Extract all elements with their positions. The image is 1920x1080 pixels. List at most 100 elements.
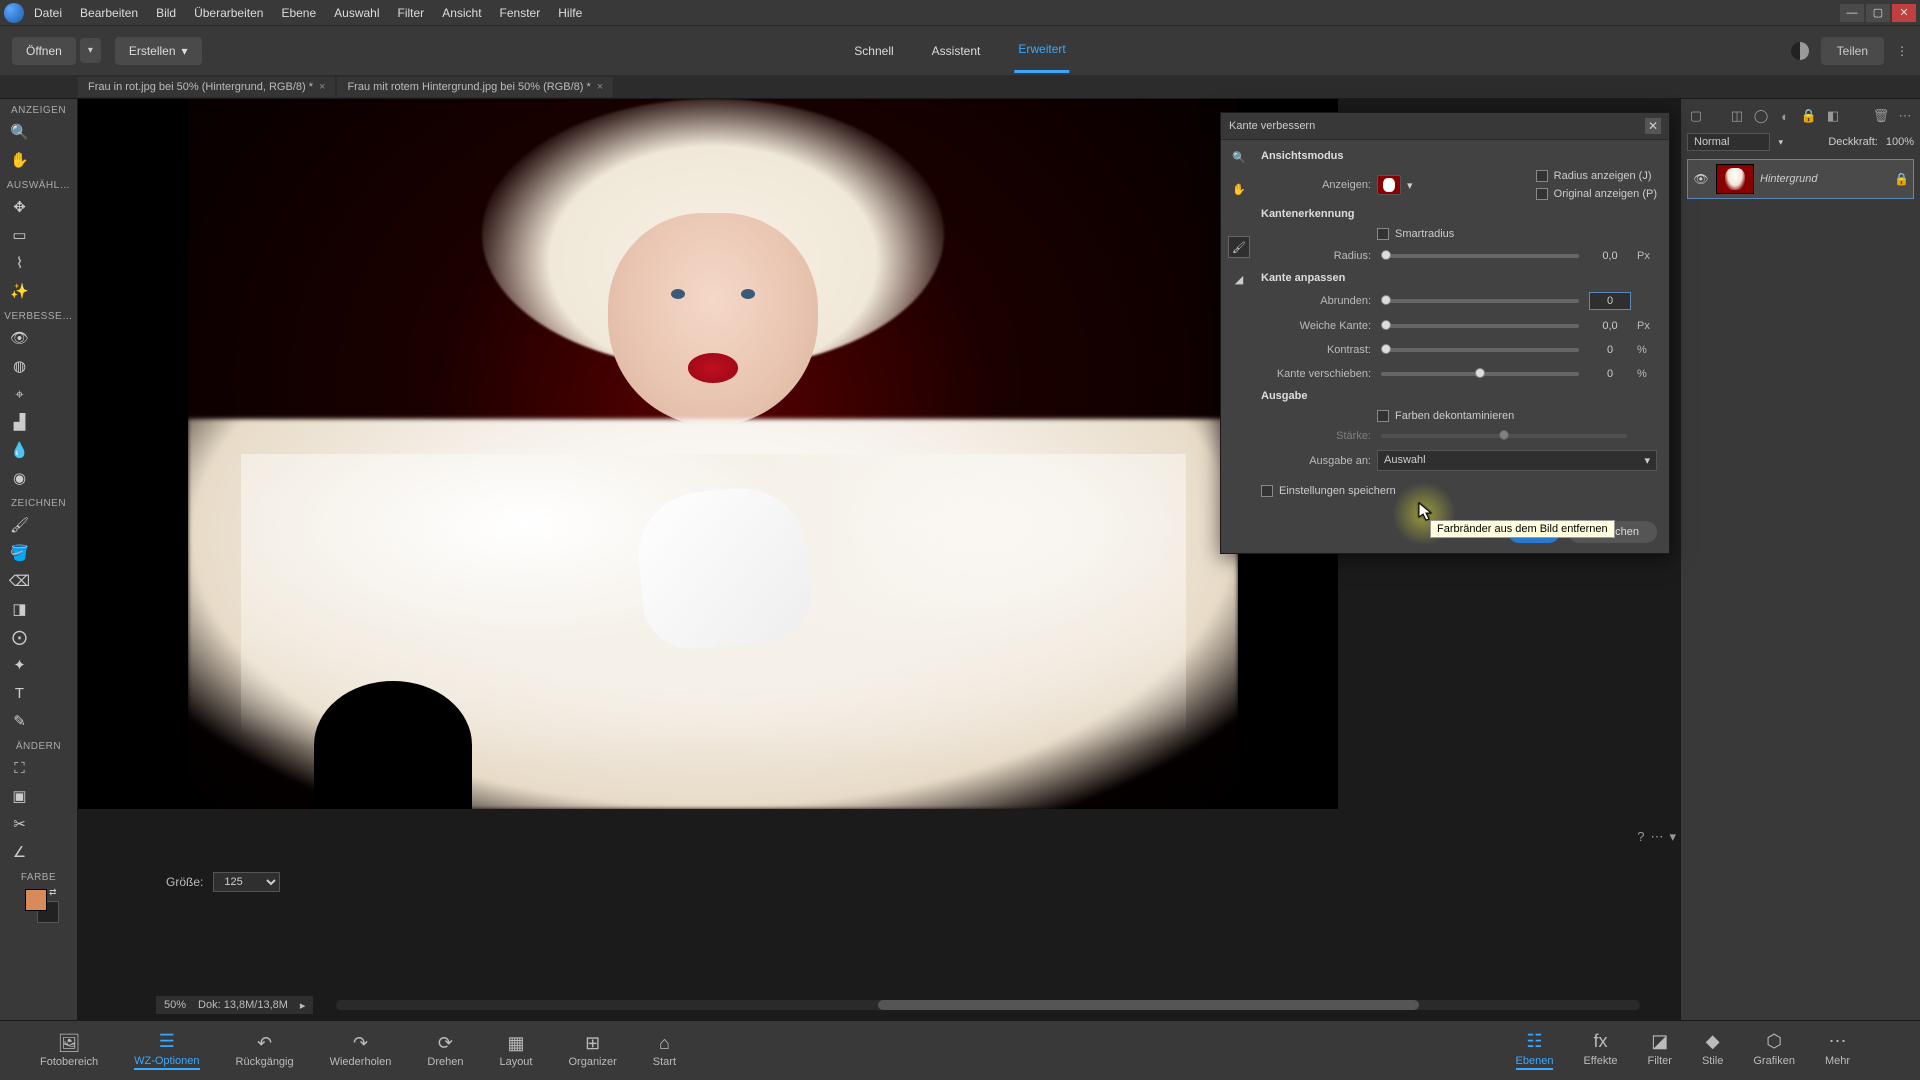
dock-organizer[interactable]: ⊞Organizer [568, 1033, 616, 1068]
kebab-menu-icon[interactable]: ⋮ [1896, 44, 1908, 58]
dock-filters[interactable]: ◪Filter [1648, 1032, 1672, 1070]
dock-graphics[interactable]: ⬡Grafiken [1753, 1032, 1795, 1070]
spot-tool-icon[interactable]: ◍ [0, 352, 39, 380]
dock-effects[interactable]: fxEffekte [1583, 1032, 1617, 1070]
menu-auswahl[interactable]: Auswahl [334, 6, 379, 20]
shift-slider[interactable] [1381, 372, 1579, 376]
dialog-close-button[interactable]: ✕ [1645, 118, 1661, 134]
layer-new-icon[interactable]: ◫ [1728, 107, 1746, 125]
doc-tab-1[interactable]: Frau in rot.jpg bei 50% (Hintergrund, RG… [78, 77, 335, 97]
share-button[interactable]: Teilen [1821, 37, 1884, 65]
mode-expert[interactable]: Erweitert [1014, 28, 1069, 73]
feather-value[interactable]: 0,0 [1589, 318, 1631, 334]
contrast-slider[interactable] [1381, 348, 1579, 352]
erase-refine-icon[interactable]: ◢ [1228, 268, 1250, 290]
show-radius-checkbox[interactable] [1536, 170, 1548, 182]
panel-menu-icon[interactable]: ⋯ [1896, 107, 1914, 125]
dock-styles[interactable]: ◆Stile [1702, 1032, 1723, 1070]
output-to-select[interactable]: Auswahl▾ [1377, 450, 1657, 471]
more-icon[interactable]: ⋯ [1650, 829, 1663, 845]
zoom-level[interactable]: 50% [164, 999, 186, 1011]
gradient-tool-icon[interactable]: ◨ [0, 595, 39, 623]
blend-mode-select[interactable]: Normal [1687, 133, 1770, 151]
create-button[interactable]: Erstellen ▾ [115, 37, 202, 65]
smart-radius-checkbox[interactable] [1377, 228, 1389, 240]
shape-tool-icon[interactable]: ✦ [0, 651, 39, 679]
crop-tool-icon[interactable]: ⛶ [0, 754, 39, 782]
zoom-icon[interactable]: 🔍 [1228, 146, 1250, 168]
wand-tool-icon[interactable]: ✨ [0, 277, 39, 305]
help-icon[interactable]: ? [1637, 829, 1644, 845]
contrast-value[interactable]: 0 [1589, 342, 1631, 358]
mode-quick[interactable]: Schnell [850, 30, 897, 72]
brush-size-select[interactable]: 125 [213, 872, 280, 892]
hand-icon[interactable]: ✋ [1228, 178, 1250, 200]
remember-checkbox[interactable] [1261, 485, 1273, 497]
picker-tool-icon[interactable]: ⨀ [0, 623, 39, 651]
chevron-down-icon[interactable]: ▾ [1407, 179, 1413, 192]
layer-name[interactable]: Hintergrund [1760, 173, 1817, 185]
recompose-tool-icon[interactable]: ▣ [0, 782, 39, 810]
dock-photobin[interactable]: 🖼Fotobereich [40, 1033, 98, 1068]
contentmove-tool-icon[interactable]: ✂ [0, 810, 39, 838]
show-original-checkbox[interactable] [1536, 188, 1548, 200]
hand-tool-icon[interactable]: ✋ [0, 146, 39, 174]
menu-ueberarbeiten[interactable]: Überarbeiten [194, 6, 263, 20]
layer-adj-icon[interactable]: ◧ [1824, 107, 1842, 125]
layer-fx-icon[interactable]: ◯ [1752, 107, 1770, 125]
blur-tool-icon[interactable]: 💧 [0, 436, 39, 464]
radius-slider[interactable] [1381, 254, 1579, 258]
dock-undo[interactable]: ↶Rückgängig [236, 1033, 294, 1068]
sponge-tool-icon[interactable]: ◉ [0, 464, 39, 492]
dock-home[interactable]: ⌂Start [653, 1033, 676, 1068]
radius-value[interactable]: 0,0 [1589, 248, 1631, 264]
straighten-tool-icon[interactable]: ∠ [0, 838, 39, 866]
swap-colors-icon[interactable]: ⇄ [49, 887, 57, 898]
menu-fenster[interactable]: Fenster [500, 6, 541, 20]
mode-guided[interactable]: Assistent [928, 30, 985, 72]
open-button[interactable]: Öffnen [12, 37, 76, 65]
opacity-value[interactable]: 100% [1886, 136, 1914, 148]
dock-redo[interactable]: ↷Wiederholen [330, 1033, 392, 1068]
lasso-tool-icon[interactable]: ⌇ [0, 249, 39, 277]
layer-row[interactable]: 👁 Hintergrund 🔒 [1687, 159, 1914, 199]
color-swatch[interactable]: ⇄ [25, 889, 53, 917]
layer-lock-icon[interactable]: 🔒 [1800, 107, 1818, 125]
dock-more[interactable]: ⋯Mehr [1825, 1032, 1850, 1070]
trash-icon[interactable]: 🗑 [1872, 107, 1890, 125]
new-doc-icon[interactable]: ▢ [1687, 107, 1705, 125]
layer-thumbnail[interactable] [1716, 164, 1754, 194]
menu-bild[interactable]: Bild [156, 6, 176, 20]
smooth-slider[interactable] [1381, 299, 1579, 303]
dock-tool-options[interactable]: ☰WZ-Optionen [134, 1032, 199, 1070]
dock-layers[interactable]: ☷Ebenen [1516, 1032, 1554, 1070]
fg-color-icon[interactable] [25, 889, 47, 911]
feather-slider[interactable] [1381, 324, 1579, 328]
menu-datei[interactable]: Datei [34, 6, 62, 20]
redeye-tool-icon[interactable]: 👁 [0, 324, 39, 352]
menu-ansicht[interactable]: Ansicht [442, 6, 481, 20]
dock-rotate[interactable]: ⟳Drehen [427, 1033, 463, 1068]
decontaminate-checkbox[interactable] [1377, 410, 1389, 422]
view-thumbnail[interactable] [1377, 175, 1401, 195]
smooth-value[interactable]: 0 [1589, 292, 1631, 310]
minimize-button[interactable]: — [1840, 4, 1864, 22]
layer-mask-icon[interactable]: ◐ [1776, 107, 1794, 125]
visibility-icon[interactable]: 👁 [1692, 172, 1710, 186]
brush-tool-icon[interactable]: 🖌 [0, 511, 39, 539]
close-tab-icon[interactable]: × [319, 81, 325, 93]
status-menu-icon[interactable]: ▸ [300, 999, 306, 1012]
text-tool-icon[interactable]: T [0, 679, 39, 707]
close-button[interactable]: ✕ [1892, 4, 1916, 22]
collapse-icon[interactable]: ▾ [1669, 829, 1676, 845]
menu-ebene[interactable]: Ebene [281, 6, 316, 20]
maximize-button[interactable]: ▢ [1866, 4, 1890, 22]
hscroll-thumb[interactable] [878, 1000, 1419, 1010]
stamp-tool-icon[interactable]: ▟ [0, 408, 39, 436]
open-dropdown[interactable]: ▾ [80, 38, 101, 63]
eraser-tool-icon[interactable]: ⌫ [0, 567, 39, 595]
refine-brush-icon[interactable]: 🖌 [1228, 236, 1250, 258]
theme-toggle-icon[interactable] [1791, 42, 1809, 60]
document-canvas[interactable] [78, 99, 1338, 809]
zoom-tool-icon[interactable]: 🔍 [0, 118, 39, 146]
